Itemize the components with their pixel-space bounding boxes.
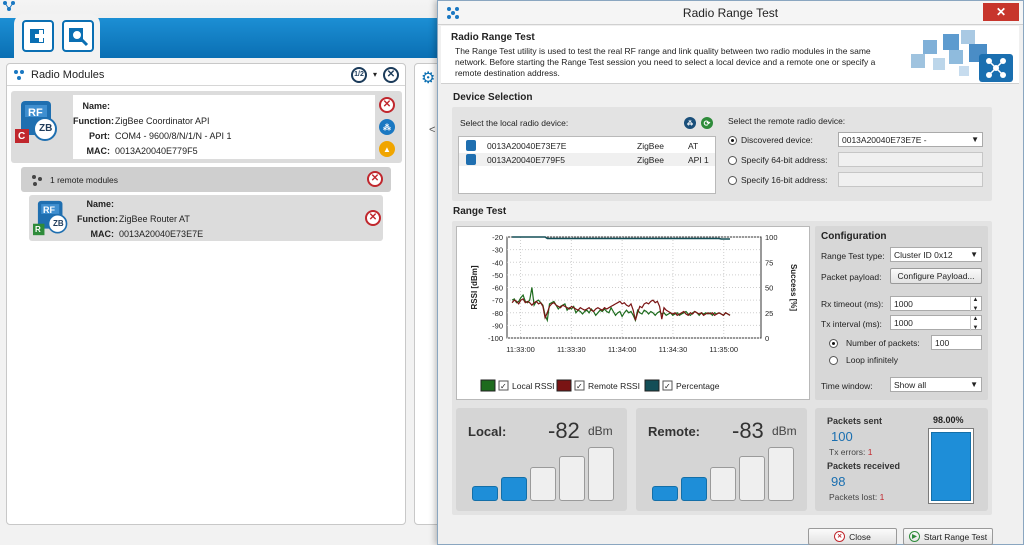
start-range-test-label: Start Range Test: [923, 531, 988, 542]
coordinator-mac-row: MAC: 0013A20040E779F5: [73, 143, 375, 158]
radio-modules-title: Radio Modules: [31, 68, 105, 81]
collapse-arrow-icon[interactable]: <: [429, 124, 435, 136]
dialog-titlebar: Radio Range Test ✕: [438, 1, 1023, 25]
add-device-button[interactable]: [22, 20, 54, 52]
coordinator-role-label: C: [18, 131, 26, 142]
mac-key: MAC:: [90, 228, 115, 239]
mac-key: MAC:: [86, 145, 111, 156]
port-key: Port:: [89, 130, 110, 141]
warning-icon[interactable]: ▲: [379, 141, 395, 157]
router-function-row: Function: ZigBee Router AT: [77, 211, 203, 226]
sort-dropdown-arrow-icon[interactable]: ▾: [373, 70, 377, 79]
close-button-label: Close: [849, 531, 871, 542]
name-key: Name:: [82, 100, 110, 111]
function-value: ZigBee Coordinator API: [115, 115, 210, 126]
router-info: Name: Function: ZigBee Router AT MAC: 0013…: [77, 196, 203, 241]
coordinator-zb-label: ZB: [39, 123, 53, 134]
remote-modules-count: 1 remote modules: [50, 175, 119, 185]
sort-icon[interactable]: 1/2: [350, 66, 367, 83]
router-module-card[interactable]: RF ZB R Name: Function: ZigBee Router AT …: [29, 195, 383, 241]
remove-router-icon[interactable]: ✕: [365, 210, 381, 226]
function-key: Function:: [73, 115, 114, 126]
app-logo-icon: [3, 1, 15, 11]
name-key: Name:: [86, 198, 114, 209]
radio-modules-panel: Radio Modules 1/2 ▾ ✕ RF ZB C Name: Func…: [6, 63, 406, 525]
router-mac-row: MAC: 0013A20040E73E7E: [77, 226, 204, 241]
close-icon: ✕: [834, 531, 846, 542]
remove-all-modules-icon[interactable]: ✕: [383, 66, 399, 83]
radio-modules-icon: [14, 69, 24, 80]
function-key: Function:: [77, 213, 118, 224]
start-range-test-button[interactable]: ▶ Start Range Test: [903, 528, 993, 545]
discover-network-icon[interactable]: ⁂: [379, 119, 395, 135]
port-value: COM4 - 9600/8/N/1/N - API 1: [115, 130, 232, 141]
radio-modules-header: Radio Modules 1/2 ▾ ✕: [7, 64, 405, 86]
remove-coordinator-icon[interactable]: ✕: [379, 97, 395, 113]
mac-value: 0013A20040E779F5: [115, 145, 198, 156]
play-icon: ▶: [908, 531, 920, 542]
function-value: ZigBee Router AT: [119, 213, 190, 224]
router-zb-label: ZB: [53, 219, 64, 228]
gear-icon[interactable]: ⚙: [421, 68, 435, 88]
mac-value: 0013A20040E73E7E: [119, 228, 204, 239]
router-rf-label: RF: [43, 205, 55, 215]
coordinator-rf-label: RF: [28, 107, 43, 119]
remote-network-icon: [32, 175, 42, 186]
discover-devices-button[interactable]: [62, 20, 94, 52]
close-button[interactable]: ✕ Close: [808, 528, 897, 545]
add-device-icon: [30, 29, 47, 43]
coordinator-module-card[interactable]: RF ZB C Name: Function: ZigBee Coordinato…: [11, 91, 402, 163]
remove-remote-group-icon[interactable]: ✕: [367, 171, 383, 187]
coordinator-name-row: Name:: [73, 98, 375, 113]
coordinator-port-row: Port: COM4 - 9600/8/N/1/N - API 1: [73, 128, 375, 143]
remote-modules-group[interactable]: 1 remote modules ✕: [21, 167, 391, 192]
radio-range-test-dialog: Radio Range Test ✕: [437, 0, 1024, 545]
coordinator-info: Name: Function: ZigBee Coordinator API Po…: [73, 95, 375, 159]
router-role-label: R: [35, 225, 41, 234]
search-devices-icon: [69, 28, 89, 47]
coordinator-function-row: Function: ZigBee Coordinator API: [73, 113, 375, 128]
router-name-row: Name:: [77, 196, 203, 211]
dialog-title: Radio Range Test: [682, 5, 779, 20]
window-close-button[interactable]: ✕: [983, 3, 1019, 21]
